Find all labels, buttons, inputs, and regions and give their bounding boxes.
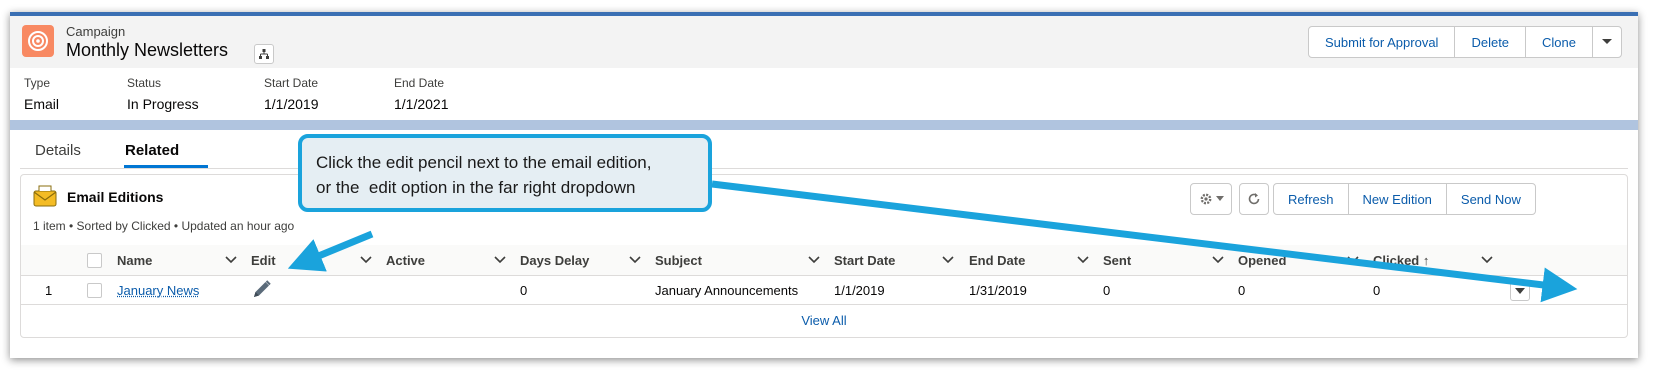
field-value: 1/1/2019 (264, 96, 319, 112)
object-type-label: Campaign (66, 24, 126, 39)
subject-cell: January Announcements (655, 283, 799, 298)
hierarchy-button[interactable] (254, 44, 274, 64)
clone-button[interactable]: Clone (1526, 27, 1593, 57)
gear-icon (1200, 193, 1211, 205)
chevron-down-icon (1515, 287, 1525, 294)
field-label: End Date (394, 76, 445, 90)
more-actions-button[interactable] (1593, 27, 1621, 57)
highlights-panel: Type Email Status In Progress Start Date… (10, 68, 1638, 120)
column-header-opened[interactable]: Opened (1238, 253, 1286, 268)
edition-name-link[interactable]: January News (117, 283, 199, 298)
field-value: In Progress (127, 96, 199, 112)
record-header: Campaign Monthly Newsletters Submit for … (10, 16, 1638, 68)
end-date-cell: 1/31/2019 (969, 283, 1027, 298)
type-field: Type Email (24, 76, 59, 112)
refresh-button[interactable]: Refresh (1274, 184, 1349, 214)
callout-line-2: or the edit option in the far right drop… (316, 178, 636, 197)
chevron-down-icon[interactable] (493, 253, 507, 267)
chevron-down-icon[interactable] (807, 253, 821, 267)
row-number: 1 (45, 283, 53, 298)
hierarchy-icon (259, 49, 269, 59)
start-date-field: Start Date 1/1/2019 (264, 76, 319, 112)
column-header-sent[interactable]: Sent (1103, 253, 1131, 268)
chevron-down-icon[interactable] (1211, 253, 1225, 267)
edit-pencil-icon[interactable] (251, 280, 273, 303)
submit-for-approval-button[interactable]: Submit for Approval (1309, 27, 1456, 57)
column-header-active[interactable]: Active (386, 253, 425, 268)
new-edition-button[interactable]: New Edition (1349, 184, 1447, 214)
chevron-down-icon (1602, 39, 1612, 44)
clicked-cell: 0 (1373, 283, 1381, 298)
callout-line-1: Click the edit pencil next to the email … (316, 153, 652, 172)
refresh-icon (1248, 193, 1260, 205)
select-all-checkbox[interactable] (87, 253, 102, 268)
email-envelope-icon (33, 185, 57, 212)
chevron-down-icon[interactable] (1346, 253, 1360, 267)
tab-details[interactable]: Details (35, 142, 81, 159)
record-title: Monthly Newsletters (66, 40, 229, 60)
days-delay-cell: 0 (520, 283, 528, 298)
chevron-down-icon[interactable] (941, 253, 955, 267)
app-window: Campaign Monthly Newsletters Submit for … (10, 12, 1638, 358)
instruction-callout: Click the edit pencil next to the email … (298, 134, 712, 212)
tab-bar: Details Related (20, 130, 1628, 169)
column-header-end-date[interactable]: End Date (969, 253, 1025, 268)
column-header-days-delay[interactable]: Days Delay (520, 253, 589, 268)
active-tab-indicator (124, 165, 208, 168)
table-row: 1 January News 0 January Announcements 1… (21, 276, 1627, 305)
status-field: Status In Progress (127, 76, 199, 112)
chevron-down-icon[interactable] (224, 253, 238, 267)
end-date-field: End Date 1/1/2021 (394, 76, 449, 112)
chevron-down-icon[interactable] (628, 253, 642, 267)
banner-band (10, 120, 1638, 130)
campaign-target-icon (22, 25, 54, 57)
field-label: Start Date (264, 76, 319, 90)
column-header-edit[interactable]: Edit (251, 253, 276, 268)
chevron-down-icon[interactable] (359, 253, 373, 267)
sent-cell: 0 (1103, 283, 1111, 298)
email-editions-card: Email Editions 1 item • Sorted by Clicke… (20, 174, 1628, 338)
delete-button[interactable]: Delete (1455, 27, 1527, 57)
related-list-meta: 1 item • Sorted by Clicked • Updated an … (33, 219, 295, 233)
table-header: Name Edit Active Days Delay Subject Star… (21, 245, 1627, 276)
chevron-down-icon[interactable] (1076, 253, 1090, 267)
field-label: Status (127, 76, 162, 90)
field-value: Email (24, 96, 60, 112)
opened-cell: 0 (1238, 283, 1246, 298)
view-all-link[interactable]: View All (21, 313, 1627, 328)
refresh-list-button[interactable] (1239, 183, 1269, 215)
main-content: Details Related Email Editions 1 item • … (10, 130, 1638, 358)
row-actions-dropdown[interactable] (1510, 281, 1530, 301)
field-label: Type (24, 76, 51, 90)
chevron-down-icon (1215, 196, 1224, 201)
chevron-down-icon[interactable] (1480, 253, 1494, 267)
header-action-group: Submit for Approval Delete Clone (1308, 26, 1622, 58)
send-now-button[interactable]: Send Now (1447, 184, 1535, 214)
row-checkbox[interactable] (87, 283, 102, 298)
column-header-subject[interactable]: Subject (655, 253, 702, 268)
related-list-title[interactable]: Email Editions (67, 189, 163, 205)
start-date-cell: 1/1/2019 (834, 283, 885, 298)
field-value: 1/1/2021 (394, 96, 449, 112)
column-header-start-date[interactable]: Start Date (834, 253, 895, 268)
tab-related[interactable]: Related (125, 142, 179, 159)
list-settings-button[interactable] (1190, 183, 1232, 215)
column-header-name[interactable]: Name (117, 253, 152, 268)
column-header-clicked[interactable]: Clicked ↑ (1373, 253, 1429, 268)
related-list-actions: Refresh New Edition Send Now (1273, 183, 1536, 215)
